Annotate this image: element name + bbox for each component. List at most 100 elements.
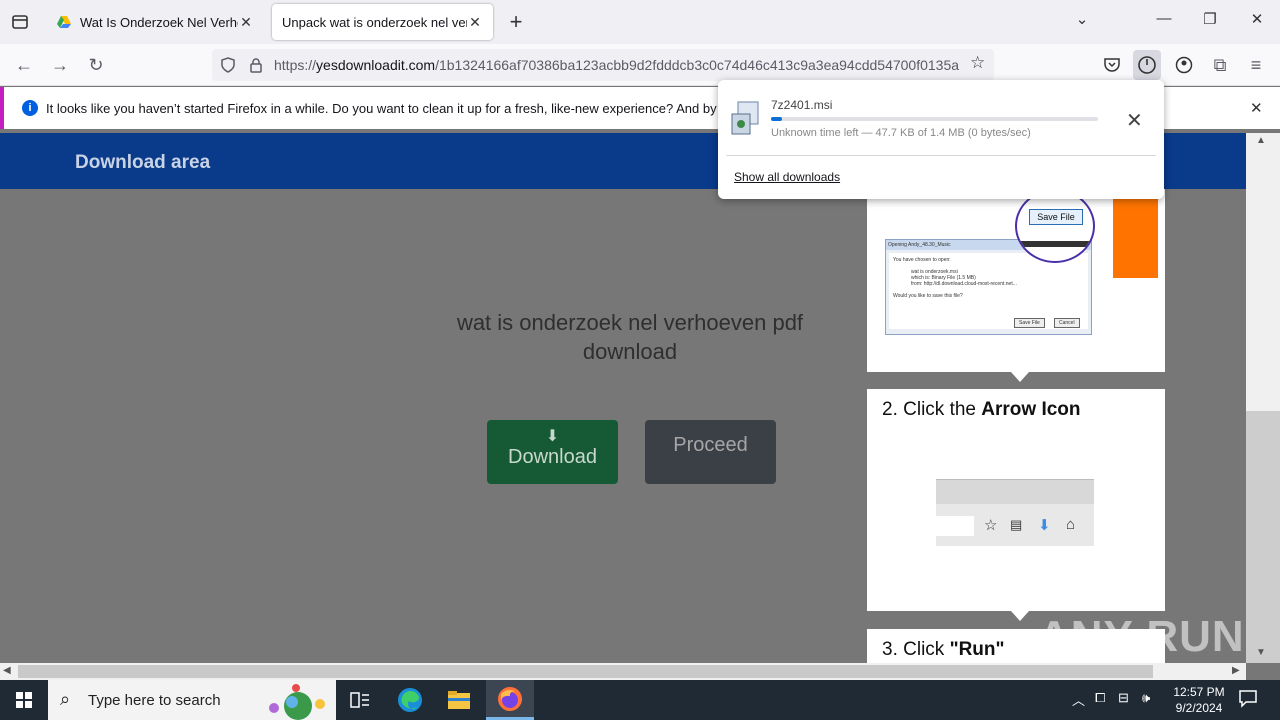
volume-icon[interactable]: 🕪 xyxy=(1142,690,1150,706)
anyrun-watermark: ANY RUN xyxy=(1038,612,1245,661)
file-explorer-taskbar-button[interactable] xyxy=(435,680,483,720)
clock-time: 12:57 PM xyxy=(1173,685,1225,699)
dialog-save-file-button: Save File xyxy=(1014,318,1045,328)
vertical-scrollbar[interactable]: ▲ ▼ xyxy=(1246,133,1280,663)
arrow-down-icon: ⬇ xyxy=(1038,517,1051,534)
account-icon[interactable] xyxy=(1172,53,1196,77)
save-dialog-question: Would you like to save this file? xyxy=(893,293,963,299)
step-pointer xyxy=(1011,372,1029,382)
home-icon: ⌂ xyxy=(1066,516,1076,533)
url-host: yesdownloadit.com xyxy=(316,57,436,73)
folder-icon xyxy=(448,691,470,709)
download-progress-fill xyxy=(771,117,783,121)
close-tab-icon[interactable]: ✕ xyxy=(467,14,483,30)
taskbar-search[interactable]: ⌕ Type here to search xyxy=(48,680,336,720)
scroll-right-icon[interactable]: ▶ xyxy=(1232,665,1240,676)
page-content: Download area wat is onderzoek nel verho… xyxy=(0,133,1246,663)
proceed-label: Proceed xyxy=(673,434,748,456)
scroll-up-icon[interactable]: ▲ xyxy=(1256,135,1266,146)
panel-divider xyxy=(726,155,1156,156)
lock-icon[interactable] xyxy=(248,57,264,73)
start-button[interactable] xyxy=(0,680,48,720)
taskbar: ⌕ Type here to search ︿ ⧠ ⊟ 🕪 12:57 PM 9… xyxy=(0,680,1280,720)
step-2-text: 2. Click the xyxy=(882,399,982,420)
orange-ad-block xyxy=(1113,195,1158,278)
new-tab-button[interactable]: + xyxy=(504,10,528,34)
save-dialog-from: from: http://dl.download.cloud-most-rece… xyxy=(911,281,1017,287)
show-all-downloads-link[interactable]: Show all downloads xyxy=(734,170,840,184)
shield-icon[interactable] xyxy=(220,57,236,73)
step-2-card: 2. Click the Arrow Icon ☆ ▤ ⬇ ⌂ xyxy=(867,389,1165,611)
download-progress-bar xyxy=(771,117,1098,121)
url-scheme: https:// xyxy=(274,57,317,73)
tab-unpack[interactable]: Unpack wat is onderzoek nel verhoeven ✕ xyxy=(272,4,493,40)
reload-icon[interactable]: ↻ xyxy=(84,53,108,77)
download-status: Unknown time left — 47.7 KB of 1.4 MB (0… xyxy=(771,127,1031,139)
close-notification-icon[interactable]: ✕ xyxy=(1250,99,1263,117)
tab-title: Wat Is Onderzoek Nel Verhoeven xyxy=(80,14,238,30)
pocket-icon[interactable] xyxy=(1100,53,1124,77)
step-3-text: 3. Click xyxy=(882,639,950,660)
restore-button[interactable]: ❐ xyxy=(1198,10,1222,28)
url-text[interactable]: https://yesdownloadit.com/1b1324166af703… xyxy=(274,57,962,73)
task-view-icon xyxy=(350,692,369,708)
system-clock[interactable]: 12:57 PM 9/2/2024 xyxy=(1168,684,1230,716)
step-2-title: 2. Click the Arrow Icon xyxy=(882,399,1081,421)
show-hidden-icons[interactable]: ︿ xyxy=(1072,690,1085,709)
edge-icon xyxy=(398,688,422,712)
edge-taskbar-button[interactable] xyxy=(386,680,434,720)
header-title: Download area xyxy=(75,152,211,173)
horizontal-scrollbar[interactable]: ◀ ▶ xyxy=(0,663,1246,680)
tab-title: Unpack wat is onderzoek nel verhoeven xyxy=(282,14,467,30)
clock-date: 9/2/2024 xyxy=(1175,701,1223,715)
windows-logo-icon xyxy=(16,692,32,708)
downloads-panel: 7z2401.msi Unknown time left — 47.7 KB o… xyxy=(718,80,1164,199)
magnified-save-file-button: Save File xyxy=(1029,209,1083,225)
vertical-scroll-thumb[interactable] xyxy=(1246,411,1280,663)
download-arrow-icon: ⬇ xyxy=(545,428,560,445)
bookmark-star-icon[interactable]: ☆ xyxy=(970,53,985,73)
cancel-download-icon[interactable]: ✕ xyxy=(1126,108,1143,133)
proceed-button[interactable]: Proceed xyxy=(645,420,776,484)
firefox-view-button[interactable] xyxy=(8,10,32,34)
forward-icon[interactable]: → xyxy=(48,53,72,77)
download-button[interactable]: ⬇ Download xyxy=(487,420,618,484)
scroll-down-icon[interactable]: ▼ xyxy=(1256,647,1266,658)
notifications-button[interactable] xyxy=(1238,688,1258,711)
download-label: Download xyxy=(508,446,597,468)
task-view-button[interactable] xyxy=(336,680,384,720)
info-icon: i xyxy=(22,100,38,116)
tab-strip: Wat Is Onderzoek Nel Verhoeven ✕ Unpack … xyxy=(0,0,1280,44)
scroll-left-icon[interactable]: ◀ xyxy=(3,665,11,676)
downloads-button[interactable] xyxy=(1133,50,1161,80)
clipboard-icon: ▤ xyxy=(1010,517,1023,532)
notification-message: It looks like you haven’t started Firefo… xyxy=(46,101,726,116)
network-icon[interactable]: ⊟ xyxy=(1118,690,1129,706)
star-icon: ☆ xyxy=(984,517,998,534)
step-3-bold: "Run" xyxy=(949,639,1005,660)
close-tab-icon[interactable]: ✕ xyxy=(238,14,254,30)
url-bar[interactable]: https://yesdownloadit.com/1b1324166af703… xyxy=(212,49,994,81)
horizontal-scroll-thumb[interactable] xyxy=(18,665,1153,678)
firefox-icon xyxy=(498,686,522,711)
extensions-icon[interactable]: ⧉ xyxy=(1208,53,1232,77)
arrow-icon-toolbar-image: ☆ ▤ ⬇ ⌂ xyxy=(936,479,1094,546)
download-filename: 7z2401.msi xyxy=(771,98,833,112)
search-placeholder: Type here to search xyxy=(88,692,221,709)
window-close-button[interactable]: ✕ xyxy=(1245,10,1269,28)
menu-icon[interactable]: ≡ xyxy=(1244,53,1268,77)
url-path: /1b1324166af70386ba123acbb9d2fdddcb3c0c7… xyxy=(435,57,960,73)
tab-wat-is-onderzoek[interactable]: Wat Is Onderzoek Nel Verhoeven ✕ xyxy=(46,4,264,40)
list-all-tabs-icon[interactable]: ⌄ xyxy=(1070,10,1094,28)
firefox-view-icon xyxy=(12,15,28,29)
dialog-edge xyxy=(1017,241,1093,247)
download-progress-icon xyxy=(1138,56,1156,74)
back-icon[interactable]: ← xyxy=(12,53,36,77)
search-highlight-icon xyxy=(269,684,325,720)
step-pointer xyxy=(1011,611,1029,621)
firefox-taskbar-button[interactable] xyxy=(486,680,534,720)
device-icon[interactable]: ⧠ xyxy=(1095,690,1105,706)
minimize-button[interactable]: — xyxy=(1152,10,1176,27)
dialog-cancel-button: Cancel xyxy=(1054,318,1080,328)
google-drive-icon xyxy=(57,16,71,28)
